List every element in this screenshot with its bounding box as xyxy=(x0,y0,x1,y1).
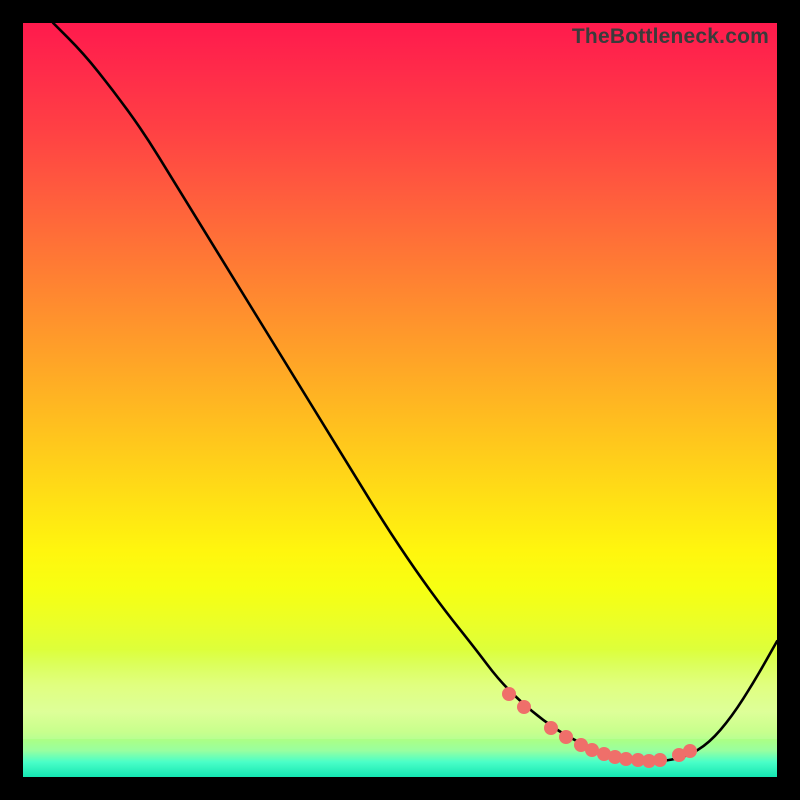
chart-frame: TheBottleneck.com xyxy=(0,0,800,800)
highlight-dot xyxy=(544,721,558,735)
plot-area: TheBottleneck.com xyxy=(23,23,777,777)
curve-svg xyxy=(23,23,777,777)
highlight-dot xyxy=(559,730,573,744)
bottleneck-curve xyxy=(53,23,777,762)
watermark-text: TheBottleneck.com xyxy=(572,25,769,49)
